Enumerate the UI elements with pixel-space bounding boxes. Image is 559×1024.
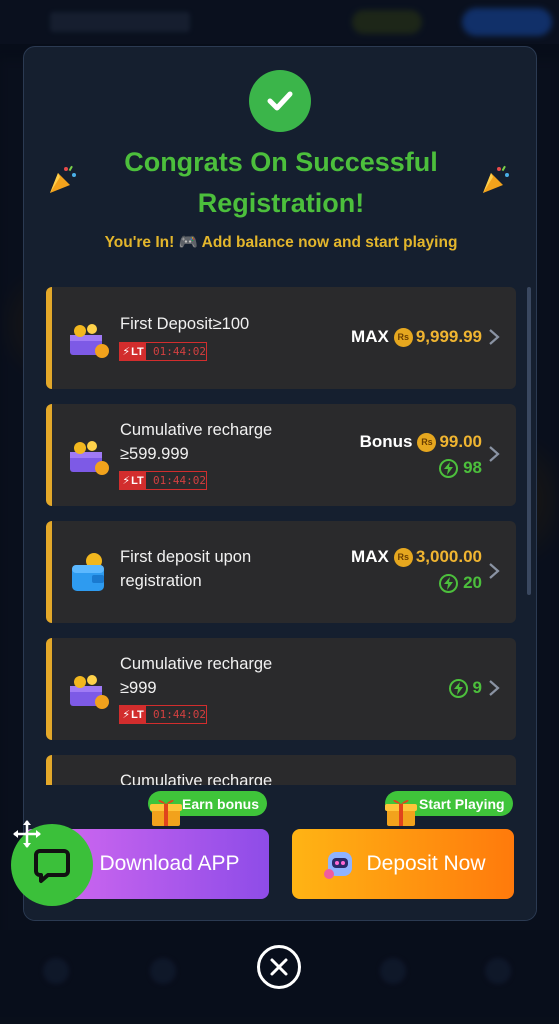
chat-bubble-icon	[34, 849, 70, 883]
treasure-box-icon	[70, 675, 109, 709]
card-accent-bar	[46, 638, 52, 740]
card-accent-bar	[46, 521, 52, 623]
card-accent-bar	[46, 287, 52, 389]
deposit-now-button[interactable]: Deposit Now	[292, 829, 514, 899]
offer-card-first-deposit-registration[interactable]: First deposit upon registration MAX Rs 3…	[46, 521, 516, 623]
rupee-coin-icon: Rs	[393, 547, 413, 567]
lightning-icon	[439, 458, 459, 478]
rupee-coin-icon: Rs	[393, 327, 413, 347]
close-modal-button[interactable]	[257, 945, 301, 989]
offer-card-cumulative-599[interactable]: Cumulative recharge ≥599.999 ⚡ LT 01:44:0…	[46, 404, 516, 506]
lt-badge: ⚡ LT	[120, 472, 147, 489]
limited-time-timer: ⚡ LT 01:44:02	[119, 471, 207, 490]
chevron-right-icon[interactable]	[487, 678, 501, 698]
lightning-icon	[448, 678, 468, 698]
lightning-icon	[439, 573, 459, 593]
success-check-icon	[249, 70, 311, 132]
robot-wallet-icon	[324, 852, 353, 879]
chevron-right-icon[interactable]	[487, 444, 501, 464]
party-popper-icon	[50, 165, 76, 193]
gift-icon	[150, 799, 182, 826]
offer-name: Cumulative recharge ≥599.999	[120, 421, 273, 463]
limited-time-timer: ⚡ LT 01:44:02	[119, 342, 207, 361]
offer-card-first-deposit[interactable]: First Deposit≥100 ⚡ LT 01:44:02 MAX Rs 9,…	[46, 287, 516, 389]
registration-success-modal: Congrats On Successful Registration! You…	[23, 46, 537, 921]
offer-name: First Deposit≥100	[120, 315, 250, 333]
modal-title: Congrats On Successful Registration!	[124, 147, 438, 218]
close-icon	[270, 958, 288, 976]
card-accent-bar	[46, 755, 52, 787]
rupee-coin-icon: Rs	[417, 432, 437, 452]
drag-move-icon[interactable]	[11, 818, 43, 850]
offer-list[interactable]: First Deposit≥100 ⚡ LT 01:44:02 MAX Rs 9,…	[46, 287, 516, 787]
bonus-points: 98	[439, 458, 482, 478]
offer-card-cumulative[interactable]: Cumulative recharge	[46, 755, 516, 787]
party-popper-icon	[483, 165, 509, 193]
bonus-points: 9	[448, 678, 482, 698]
treasure-box-icon	[70, 324, 109, 358]
lightning-icon: ⚡	[122, 475, 131, 487]
offer-reward: MAX Rs 3,000.00	[351, 547, 482, 567]
treasure-box-icon	[70, 441, 109, 475]
lightning-icon: ⚡	[122, 346, 131, 358]
lt-badge: ⚡ LT	[120, 343, 147, 360]
wallet-icon	[72, 553, 104, 591]
countdown: 01:44:02	[153, 345, 206, 358]
gift-icon	[385, 799, 417, 826]
offer-name: First deposit upon registration	[120, 548, 252, 590]
offer-name: Cumulative recharge ≥999	[120, 655, 273, 697]
chevron-right-icon[interactable]	[487, 561, 501, 581]
offer-reward: Bonus Rs 99.00	[359, 432, 482, 452]
list-scrollbar[interactable]	[527, 287, 531, 595]
bonus-points: 20	[439, 573, 482, 593]
countdown: 01:44:02	[153, 474, 206, 487]
modal-subtitle: You're In! 🎮 Add balance now and start p…	[104, 234, 458, 251]
limited-time-timer: ⚡ LT 01:44:02	[119, 705, 207, 724]
card-accent-bar	[46, 404, 52, 506]
offer-reward: MAX Rs 9,999.99	[351, 327, 482, 347]
lightning-icon: ⚡	[122, 709, 131, 721]
offer-card-cumulative-999[interactable]: Cumulative recharge ≥999 ⚡ LT 01:44:02 9	[46, 638, 516, 740]
chevron-right-icon[interactable]	[487, 327, 501, 347]
countdown: 01:44:02	[153, 708, 206, 721]
lt-badge: ⚡ LT	[120, 706, 147, 723]
